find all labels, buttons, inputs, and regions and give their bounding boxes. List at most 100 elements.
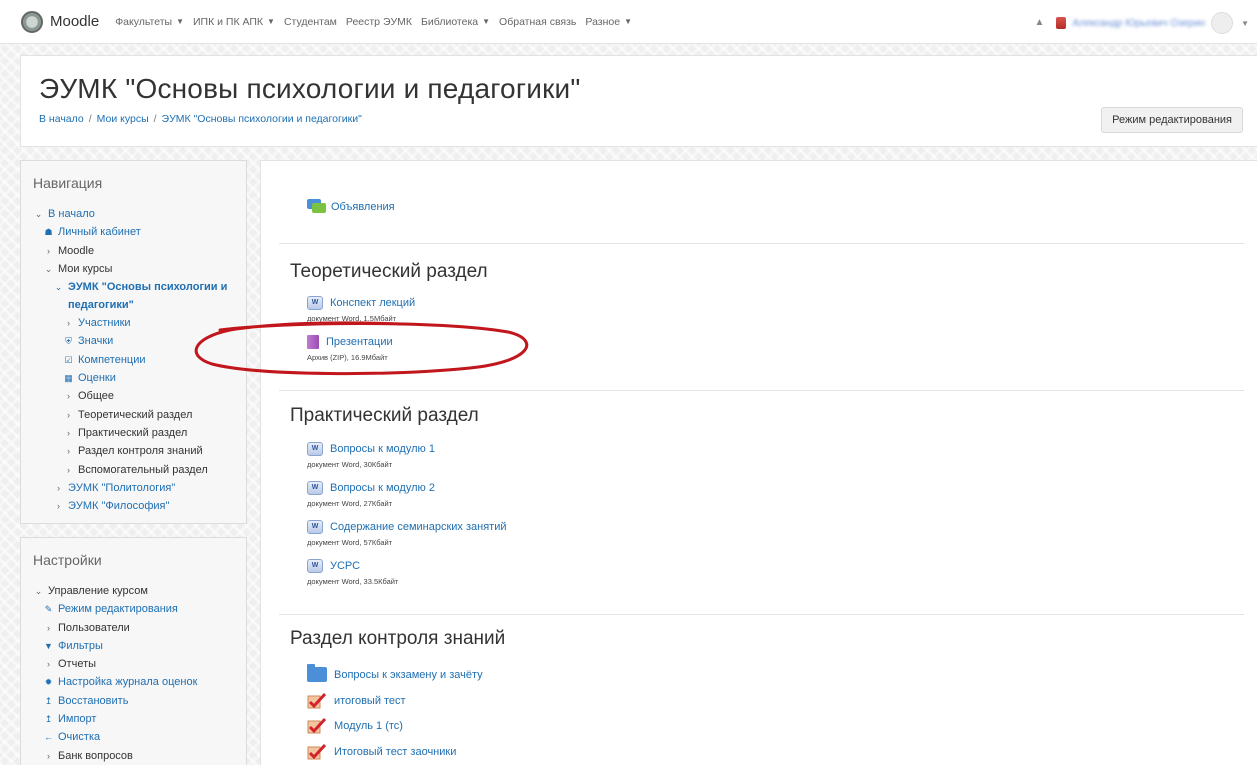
nav-item-general[interactable]: › Общее [33,387,243,405]
nav-item-politology[interactable]: › ЭУМК "Политология" [33,479,243,497]
brand-name[interactable]: Moodle [50,13,99,30]
section-knowledge-control: Раздел контроля знаний Вопросы к экзамен… [279,614,1244,765]
nav-item-current-course[interactable]: ⌄ ЭУМК "Основы психологии и педагогики" [33,278,243,314]
edit-mode-button[interactable]: Режим редактирования [1101,107,1243,133]
settings-item-course-admin[interactable]: ⌄ Управление курсом [33,582,197,600]
activity-presentations[interactable]: Презентации Архив (ZIP), 16.9Мбайт [307,335,393,362]
quiz-icon [307,692,327,709]
breadcrumb-my-courses[interactable]: Мои курсы [97,113,149,125]
activity-link[interactable]: Итоговый тест заочники [334,746,456,758]
chevron-right-icon: › [47,622,50,633]
activity-module1-test[interactable]: Модуль 1 (тс) [307,717,403,734]
menu-item-registry[interactable]: Реестр ЭУМК [346,16,412,28]
settings-item-users[interactable]: › Пользователи [33,619,197,637]
activity-link[interactable]: Вопросы к модулю 1 [330,443,435,455]
nav-item-dashboard[interactable]: ☗ Личный кабинет [33,223,243,241]
activity-link[interactable]: Конспект лекций [330,297,415,309]
nav-item-label: Оценки [78,372,116,385]
notification-icon[interactable]: ▲ [1034,17,1044,29]
chevron-right-icon: › [67,409,70,420]
menu-item-ipk[interactable]: ИПК и ПК АПК ▼ [193,16,275,28]
user-area: ▲ Александр Юрьевич Озерин ▼ [1034,12,1249,34]
navigation-block: Навигация ⌄ В начало ☗ Личный кабинет › Moo… [20,160,247,524]
nav-item-practice[interactable]: › Практический раздел [33,424,243,442]
section-title: Раздел контроля знаний [290,628,506,649]
settings-block: Настройки ⌄ Управление курсом ✎ Режим реда… [20,537,247,765]
menu-item-misc[interactable]: Разное ▼ [585,16,632,28]
site-logo-icon[interactable] [21,10,43,33]
word-document-icon: W [307,559,323,573]
activity-file-info: документ Word, 33.5Кбайт [307,577,399,586]
breadcrumb-separator: / [153,113,157,125]
nav-item-badges[interactable]: ⛨ Значки [33,332,243,350]
nav-item-knowledge-control[interactable]: › Раздел контроля знаний [33,442,243,460]
table-icon: ▦ [64,373,73,384]
menu-item-feedback[interactable]: Обратная связь [499,16,576,28]
activity-lecture-notes[interactable]: W Конспект лекций документ Word, 1.5Мбай… [307,296,415,323]
settings-item-filters[interactable]: ▼ Фильтры [33,637,197,655]
activity-link[interactable]: Модуль 1 (тс) [334,720,403,732]
activity-link[interactable]: Вопросы к модулю 2 [330,482,435,494]
nav-item-label: Теоретический раздел [78,408,193,421]
nav-item-theory[interactable]: › Теоретический раздел [33,406,243,424]
activity-seminar-content[interactable]: W Содержание семинарских занятий докумен… [307,520,507,547]
activity-file-info: документ Word, 30Кбайт [307,460,393,469]
filter-icon: ▼ [44,640,53,651]
chevron-down-icon: ⌄ [54,282,63,293]
breadcrumb-course[interactable]: ЭУМК "Основы психологии и педагогики" [162,113,362,125]
settings-item-reset[interactable]: ← Очистка [33,728,197,746]
activity-link[interactable]: Презентации [326,336,393,348]
caret-down-icon: ▼ [176,17,184,26]
chevron-right-icon: › [47,245,50,256]
activity-module1-questions[interactable]: W Вопросы к модулю 1 документ Word, 30Кб… [307,442,435,469]
settings-item-import[interactable]: ↥ Импорт [33,710,197,728]
top-navbar: Moodle Факультеты ▼ ИПК и ПК АПК ▼ Студент… [0,0,1257,44]
folder-icon [307,664,327,682]
activity-final-test-correspondence[interactable]: Итоговый тест заочники [307,743,456,760]
nav-item-grades[interactable]: ▦ Оценки [33,369,243,387]
nav-item-competencies[interactable]: ☑ Компетенции [33,351,243,369]
menu-item-faculties[interactable]: Факультеты ▼ [115,16,184,28]
activity-announcements[interactable]: Объявления [307,199,395,214]
user-menu-caret-icon[interactable]: ▼ [1241,19,1249,28]
settings-item-gradebook-setup[interactable]: ✹ Настройка журнала оценок [33,673,198,691]
activity-link[interactable]: Объявления [331,201,395,213]
settings-item-question-bank[interactable]: › Банк вопросов [33,747,197,765]
settings-block-title: Настройки [33,552,102,568]
settings-item-reports[interactable]: › Отчеты [33,655,197,673]
menu-item-students[interactable]: Студентам [284,16,337,28]
activity-final-test[interactable]: итоговый тест [307,692,406,709]
activity-link[interactable]: итоговый тест [334,695,406,707]
nav-item-label: Вспомогательный раздел [78,463,208,476]
shield-icon: ⛨ [65,336,72,347]
menu-item-library[interactable]: Библиотека ▼ [421,16,490,28]
activity-module2-questions[interactable]: W Вопросы к модулю 2 документ Word, 27Кб… [307,481,435,508]
section-general: Объявления [279,161,1244,243]
section-practice: Практический раздел W Вопросы к модулю 1… [279,390,1244,614]
activity-link[interactable]: Содержание семинарских занятий [330,521,507,533]
avatar[interactable] [1211,12,1234,34]
activity-link[interactable]: УСРС [330,560,360,572]
nav-item-moodle[interactable]: › Moodle [33,242,243,260]
settings-item-restore[interactable]: ↥ Восстановить [33,692,197,710]
nav-item-home[interactable]: ⌄ В начало [33,205,243,223]
settings-item-label: Пользователи [58,621,130,634]
nav-item-label: Личный кабинет [58,226,141,239]
settings-item-label: Фильтры [58,639,103,652]
user-name[interactable]: Александр Юрьевич Озерин [1072,18,1205,29]
nav-item-label: Moodle [58,244,95,257]
messages-icon[interactable] [1056,17,1067,29]
upload-icon: ↥ [44,714,53,725]
nav-item-philosophy[interactable]: › ЭУМК "Философия" [33,497,243,515]
activity-file-info: документ Word, 57Кбайт [307,538,393,547]
pencil-icon: ✎ [44,604,53,615]
activity-link[interactable]: Вопросы к экзамену и зачёту [334,669,483,681]
settings-item-edit-mode[interactable]: ✎ Режим редактирования [33,600,197,618]
activity-exam-questions-folder[interactable]: Вопросы к экзамену и зачёту [307,664,483,682]
breadcrumb-home[interactable]: В начало [39,113,84,125]
nav-item-auxiliary[interactable]: › Вспомогательный раздел [33,461,243,479]
nav-item-label: ЭУМК "Политология" [68,481,176,494]
nav-item-participants[interactable]: › Участники [33,314,243,332]
activity-usrs[interactable]: W УСРС документ Word, 33.5Кбайт [307,559,398,586]
nav-item-my-courses[interactable]: ⌄ Мои курсы [33,260,243,278]
